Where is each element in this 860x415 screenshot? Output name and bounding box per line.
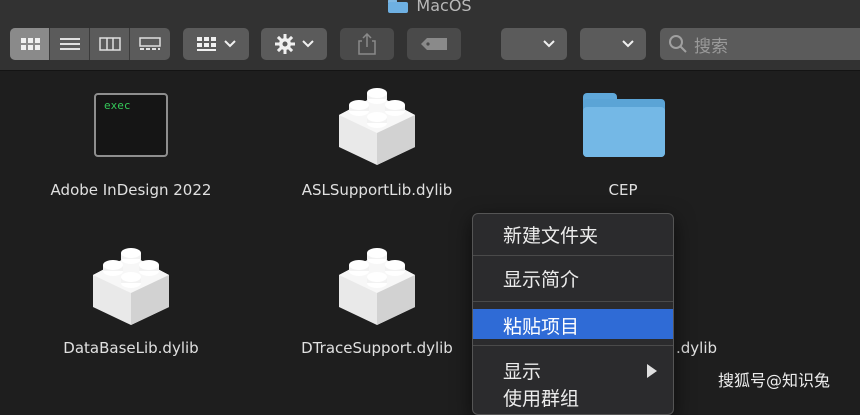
file-item[interactable]: CEP: [523, 91, 723, 203]
file-name: DataBaseLib.dylib: [63, 339, 199, 357]
menu-separator: [473, 255, 673, 256]
file-name: ASLSupportLib.dylib: [301, 181, 453, 199]
column-view-button[interactable]: [90, 28, 130, 60]
list-view-button[interactable]: [50, 28, 90, 60]
chevron-down-icon: [622, 40, 634, 48]
file-item[interactable]: DataBaseLib.dylib: [31, 245, 231, 361]
menu-separator: [473, 345, 673, 346]
context-menu: 新建文件夹 显示简介 粘贴项目 显示 使用群组: [472, 213, 674, 415]
dylib-icon: [93, 248, 169, 325]
file-name: CEP: [608, 181, 638, 199]
menu-item-label: 使用群组: [503, 388, 580, 410]
window-title-text: MacOS: [416, 0, 472, 15]
file-item[interactable]: ASLSupportLib.dylib: [277, 85, 477, 203]
dropdown-2[interactable]: [580, 28, 646, 60]
file-name: .dylib: [676, 339, 718, 357]
file-item[interactable]: exec Adobe InDesign 2022: [31, 91, 231, 203]
search-field[interactable]: 搜索: [660, 28, 860, 60]
folder-icon: [388, 0, 409, 13]
file-name: DTraceSupport.dylib: [301, 339, 453, 357]
gallery-view-icon: [138, 37, 161, 50]
menu-item-new-folder[interactable]: 新建文件夹: [473, 218, 673, 248]
menu-item-get-info[interactable]: 显示简介: [473, 262, 673, 292]
tag-button[interactable]: [407, 28, 461, 60]
window-titlebar: MacOS 搜索: [0, 0, 860, 71]
gallery-view-button[interactable]: [130, 28, 169, 60]
menu-item-label: 新建文件夹: [503, 225, 599, 247]
menu-item-show[interactable]: 显示: [473, 354, 673, 384]
menu-item-use-groups[interactable]: 使用群组: [473, 381, 673, 411]
file-name: Adobe InDesign 2022: [50, 181, 212, 199]
icon-view-button[interactable]: [10, 28, 50, 60]
file-area[interactable]: exec Adobe InDesign 2022 ASLSupportLib.d…: [0, 71, 860, 400]
action-button[interactable]: [261, 28, 327, 60]
dropdown-1[interactable]: [501, 28, 567, 60]
group-by-button[interactable]: [183, 28, 249, 60]
icon-view-icon: [20, 38, 40, 50]
list-view-icon: [59, 38, 80, 50]
window-title: MacOS: [0, 0, 860, 15]
chevron-down-icon: [543, 40, 555, 48]
folder-icon: [583, 93, 665, 157]
menu-item-paste[interactable]: 粘贴项目: [473, 309, 673, 339]
watermark: 搜狐号@知识兔: [718, 371, 831, 390]
gear-icon: [275, 34, 295, 54]
chevron-down-icon: [224, 40, 236, 48]
column-view-icon: [98, 37, 121, 51]
share-icon: [358, 33, 376, 55]
menu-item-label: 显示: [503, 361, 542, 383]
exec-icon: exec: [94, 93, 168, 157]
search-icon: [669, 35, 687, 53]
menu-separator: [473, 301, 673, 302]
menu-item-label: 显示简介: [503, 269, 580, 291]
dylib-icon: [339, 88, 415, 165]
menu-item-label: 粘贴项目: [503, 316, 580, 338]
share-button[interactable]: [340, 28, 394, 60]
file-item[interactable]: DTraceSupport.dylib: [277, 245, 477, 361]
submenu-arrow-icon: [647, 364, 657, 378]
dylib-icon: [339, 248, 415, 325]
view-mode-control: [10, 28, 170, 60]
search-placeholder: 搜索: [694, 36, 728, 57]
grid-icon: [197, 37, 216, 51]
tag-icon: [421, 38, 447, 50]
exec-badge: exec: [104, 99, 131, 112]
chevron-down-icon: [302, 40, 314, 48]
